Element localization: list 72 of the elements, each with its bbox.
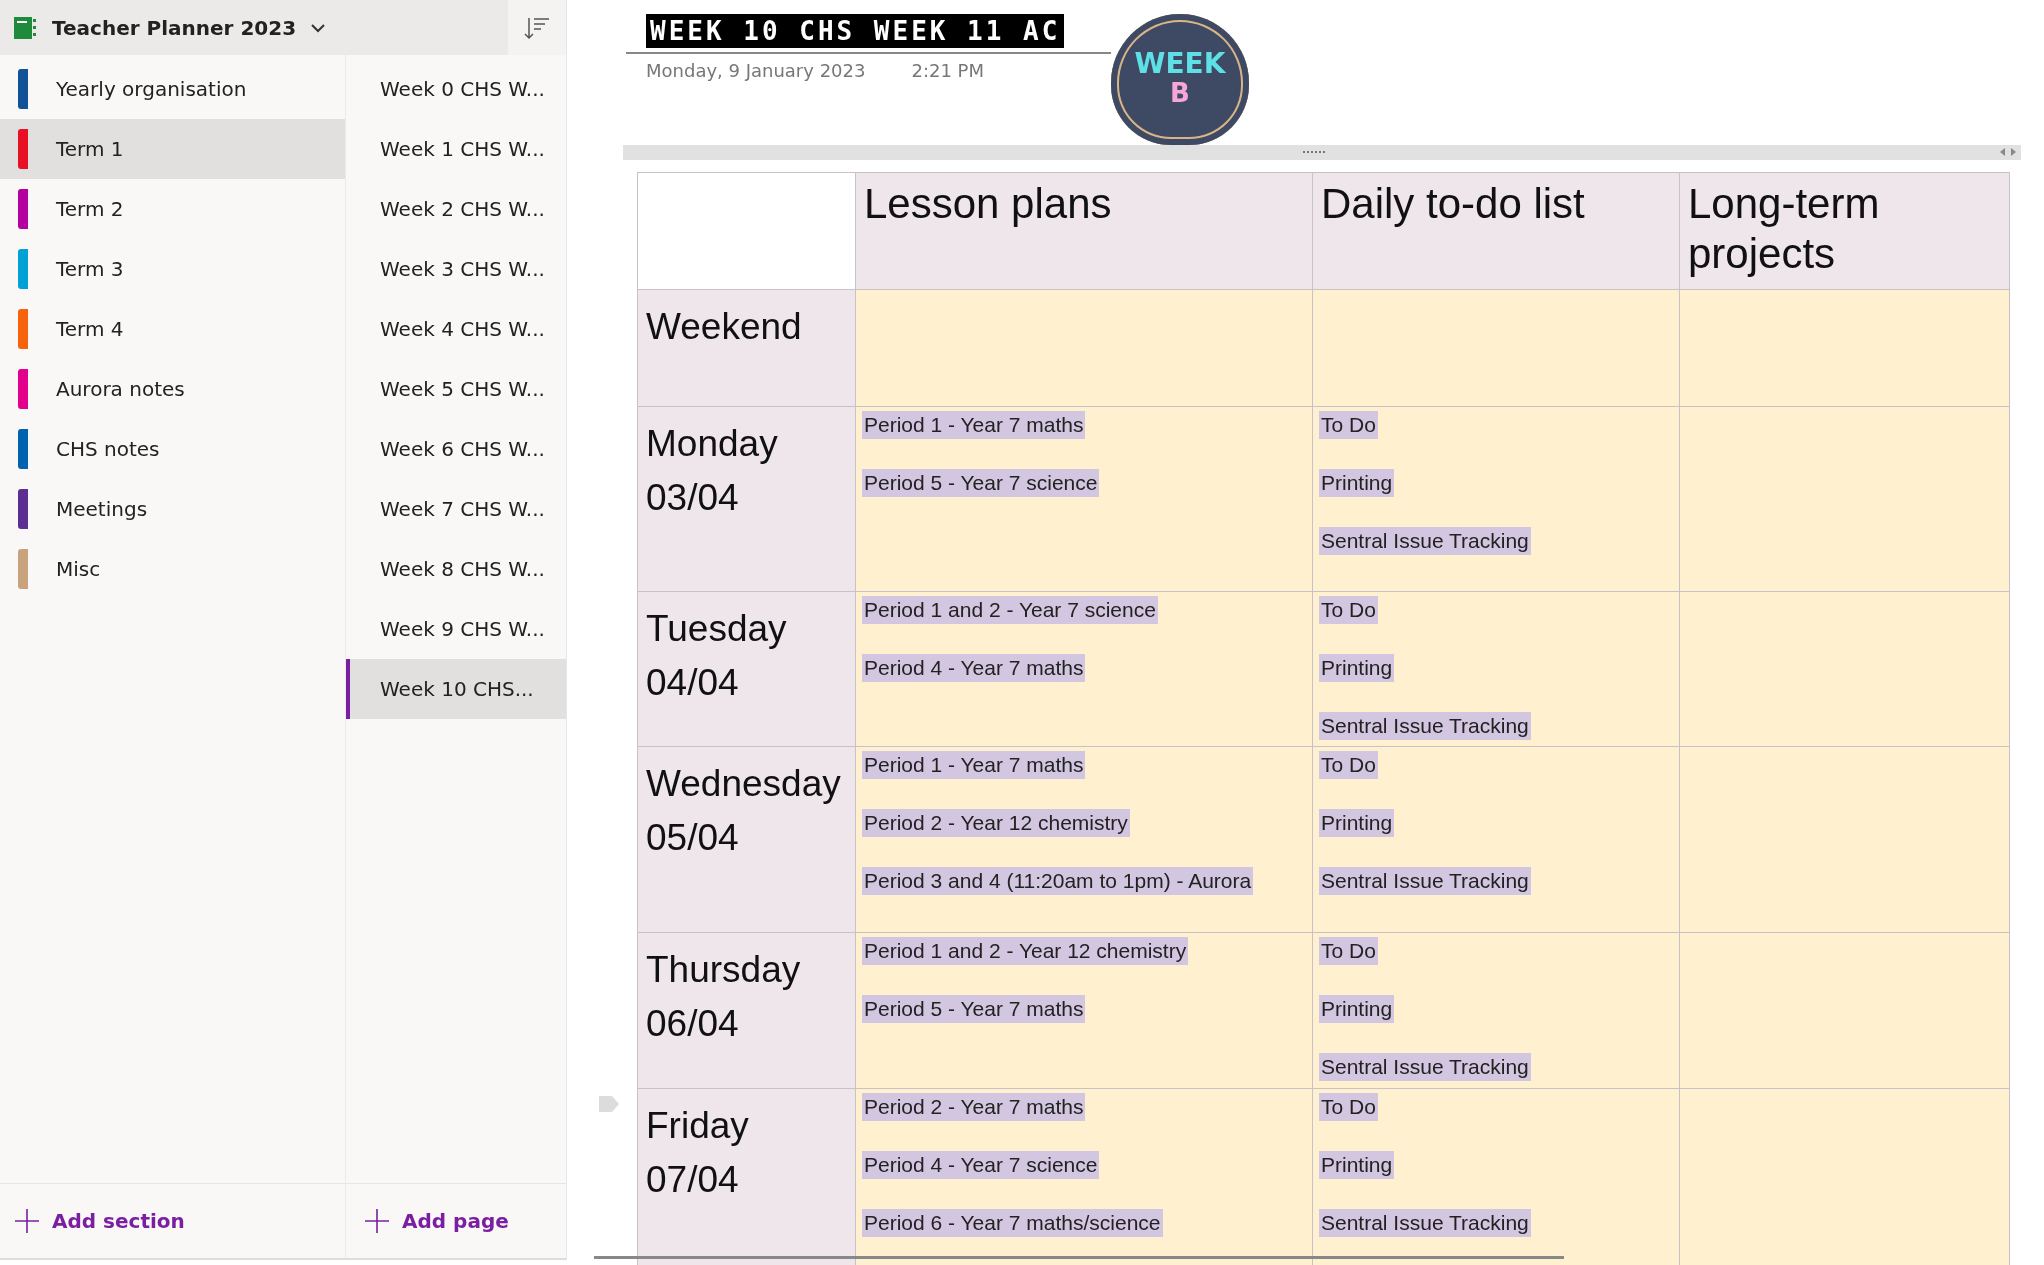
sort-button[interactable] xyxy=(508,0,566,55)
day-cell: Weekend xyxy=(637,289,856,407)
todo-entry: Printing xyxy=(1319,995,1395,1023)
todo-entry: Sentral Issue Tracking xyxy=(1319,712,1531,740)
page-item[interactable]: Week 6 CHS W... xyxy=(346,419,566,479)
todo-entry: To Do xyxy=(1319,1093,1378,1121)
section-item[interactable]: Term 3 xyxy=(0,239,345,299)
lesson-entry: Period 1 and 2 - Year 7 science xyxy=(862,596,1158,624)
todo-entry: Printing xyxy=(1319,1151,1395,1179)
page-item[interactable]: Week 9 CHS W... xyxy=(346,599,566,659)
container-handle-bar[interactable] xyxy=(623,145,2021,160)
todo-entry: Printing xyxy=(1319,654,1395,682)
todo-entry: Printing xyxy=(1319,469,1395,497)
lesson-entry: Period 1 - Year 7 maths xyxy=(862,751,1086,779)
todo-entry: To Do xyxy=(1319,596,1378,624)
lesson-entry: Period 4 - Year 7 maths xyxy=(862,654,1086,682)
lesson-entry: Period 4 - Year 7 science xyxy=(862,1151,1100,1179)
week-badge: WEEK B xyxy=(1111,14,1249,145)
section-item[interactable]: Term 2 xyxy=(0,179,345,239)
lesson-entry: Period 3 and 4 (11:20am to 1pm) - Aurora xyxy=(862,867,1254,895)
page-item[interactable]: Week 10 CHS... xyxy=(346,659,566,719)
section-item[interactable]: Aurora notes xyxy=(0,359,345,419)
page-time: 2:21 PM xyxy=(911,60,984,81)
section-item[interactable]: Term 4 xyxy=(0,299,345,359)
lesson-entry: Period 5 - Year 7 maths xyxy=(862,995,1086,1023)
notebook-header[interactable]: Teacher Planner 2023 xyxy=(0,0,508,55)
page-tag-icon xyxy=(599,1096,619,1112)
page-title: WEEK 10 CHS WEEK 11 AC xyxy=(646,14,1065,48)
page-date: Monday, 9 January 2023 xyxy=(646,60,866,81)
section-item[interactable]: CHS notes xyxy=(0,419,345,479)
page-item[interactable]: Week 2 CHS W... xyxy=(346,179,566,239)
todo-entry: Printing xyxy=(1319,809,1395,837)
page-item[interactable]: Week 0 CHS W... xyxy=(346,59,566,119)
page-item[interactable]: Week 5 CHS W... xyxy=(346,359,566,419)
day-cell: Friday 07/04 xyxy=(637,1088,856,1265)
day-cell: Tuesday 04/04 xyxy=(637,591,856,747)
page-item[interactable]: Week 7 CHS W... xyxy=(346,479,566,539)
lesson-entry: Period 2 - Year 12 chemistry xyxy=(862,809,1130,837)
column-header: Long-term projects xyxy=(1679,172,2010,290)
page-item[interactable]: Week 3 CHS W... xyxy=(346,239,566,299)
day-cell: Monday 03/04 xyxy=(637,406,856,592)
todo-entry: To Do xyxy=(1319,411,1378,439)
column-header: Daily to-do list xyxy=(1312,172,1680,290)
lesson-entry: Period 1 - Year 7 maths xyxy=(862,411,1086,439)
section-item[interactable]: Yearly organisation xyxy=(0,59,345,119)
add-section-button[interactable]: Add section xyxy=(10,1204,189,1238)
lesson-entry: Period 5 - Year 7 science xyxy=(862,469,1100,497)
day-cell: Wednesday 05/04 xyxy=(637,746,856,933)
todo-entry: Sentral Issue Tracking xyxy=(1319,867,1531,895)
todo-entry: To Do xyxy=(1319,751,1378,779)
todo-entry: Sentral Issue Tracking xyxy=(1319,527,1531,555)
section-item[interactable]: Term 1 xyxy=(0,119,345,179)
todo-entry: Sentral Issue Tracking xyxy=(1319,1053,1531,1081)
lesson-entry: Period 2 - Year 7 maths xyxy=(862,1093,1086,1121)
page-item[interactable]: Week 8 CHS W... xyxy=(346,539,566,599)
day-cell: Thursday 06/04 xyxy=(637,932,856,1089)
section-item[interactable]: Meetings xyxy=(0,479,345,539)
notebook-icon xyxy=(12,14,38,41)
resize-arrows-icon xyxy=(1999,147,2017,157)
page-item[interactable]: Week 4 CHS W... xyxy=(346,299,566,359)
section-item[interactable]: Misc xyxy=(0,539,345,599)
lesson-entry: Period 6 - Year 7 maths/science xyxy=(862,1209,1163,1237)
page-item[interactable]: Week 1 CHS W... xyxy=(346,119,566,179)
plus-icon xyxy=(14,1208,40,1234)
notebook-title: Teacher Planner 2023 xyxy=(52,15,297,40)
todo-entry: Sentral Issue Tracking xyxy=(1319,1209,1531,1237)
plus-icon xyxy=(364,1208,390,1234)
lesson-entry: Period 1 and 2 - Year 12 chemistry xyxy=(862,937,1189,965)
add-page-button[interactable]: Add page xyxy=(360,1204,513,1238)
column-header: Lesson plans xyxy=(855,172,1313,290)
chevron-down-icon xyxy=(310,22,327,33)
todo-entry: To Do xyxy=(1319,937,1378,965)
